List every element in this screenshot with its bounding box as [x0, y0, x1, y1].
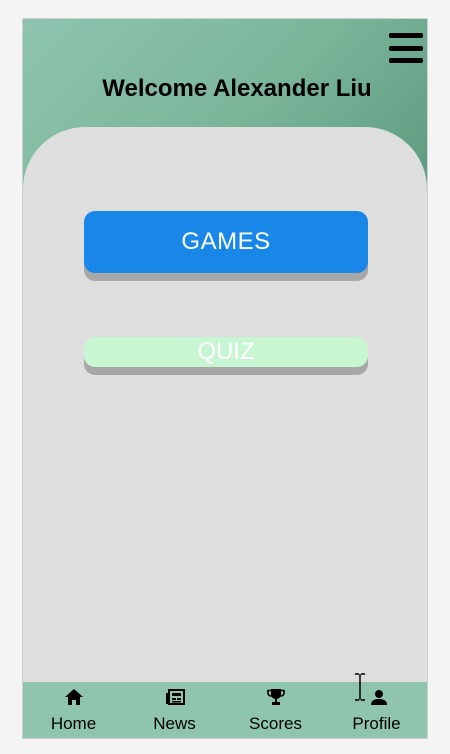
quiz-button-wrapper: QUIZ: [84, 337, 368, 375]
nav-item-news[interactable]: News: [125, 682, 225, 733]
nav-label-home: Home: [50, 714, 97, 733]
app-screen: Welcome Alexander Liu GAMES QUIZ Home Ne…: [22, 18, 428, 739]
profile-icon: [327, 686, 427, 708]
nav-label-profile: Profile: [352, 714, 401, 733]
newspaper-icon: [125, 686, 225, 708]
menu-bar: [389, 45, 423, 51]
quiz-button[interactable]: QUIZ: [84, 337, 368, 367]
menu-bar: [389, 58, 423, 63]
welcome-title: Welcome Alexander Liu: [102, 75, 372, 102]
nav-label-scores: Scores: [249, 714, 302, 733]
nav-item-profile[interactable]: Profile: [327, 682, 427, 733]
nav-item-scores[interactable]: Scores: [226, 682, 326, 733]
menu-bar: [389, 33, 423, 38]
nav-item-home[interactable]: Home: [24, 682, 124, 733]
home-icon: [24, 686, 124, 708]
text-cursor-icon: [355, 673, 365, 701]
games-button-wrapper: GAMES: [84, 211, 368, 281]
nav-label-news: News: [153, 714, 196, 733]
trophy-icon: [226, 686, 326, 708]
games-button[interactable]: GAMES: [84, 211, 368, 273]
menu-button[interactable]: [389, 33, 423, 63]
bottom-navigation: Home News Scores Profile: [23, 682, 427, 738]
